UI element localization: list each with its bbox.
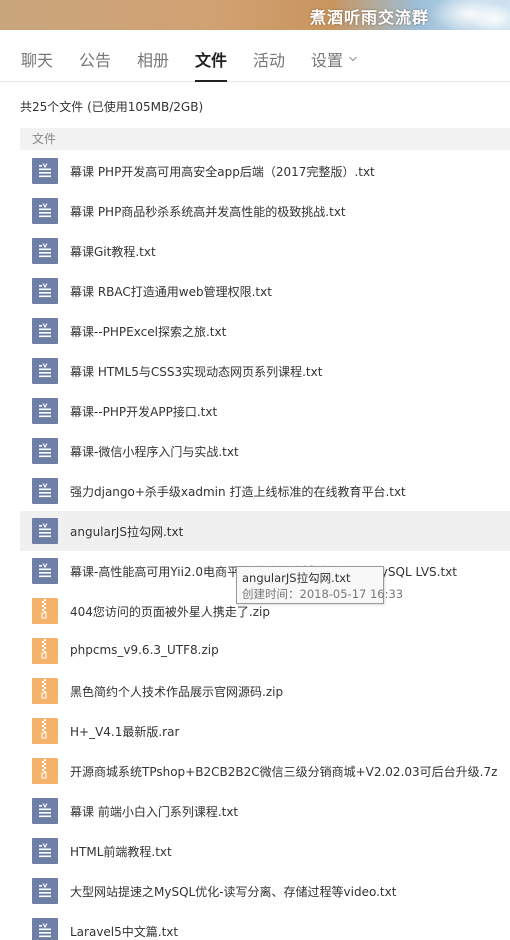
text-file-icon [32, 438, 58, 464]
file-name: Laravel5中文篇.txt [70, 925, 179, 939]
storage-summary: 共25个文件 (已使用105MB/2GB) [20, 100, 204, 114]
file-row[interactable]: HTML前端教程.txt [20, 831, 510, 871]
file-name: angularJS拉勾网.txt [70, 525, 184, 539]
file-name: HTML前端教程.txt [70, 845, 172, 859]
text-file-icon [32, 878, 58, 904]
file-name: 开源商城系统TPshop+B2CB2B2C微信三级分销商城+V2.02.03可后… [70, 765, 498, 779]
text-file-icon [32, 318, 58, 344]
file-name: 404您访问的页面被外星人携走了.zip [70, 605, 270, 619]
text-file-icon [32, 798, 58, 824]
file-row[interactable]: angularJS拉勾网.txt [20, 511, 510, 551]
tab-album[interactable]: 相册 [137, 50, 169, 82]
archive-file-icon [32, 638, 58, 664]
archive-file-icon [32, 758, 58, 784]
file-name: 幕课Git教程.txt [70, 245, 156, 259]
group-banner: 煮酒听雨交流群 [0, 0, 510, 30]
tab-bar: 聊天 公告 相册 文件 活动 设置 [0, 40, 510, 82]
text-file-icon [32, 158, 58, 184]
banner-cloud-decoration [470, 4, 510, 30]
file-name: 幕课 前端小白入门系列课程.txt [70, 805, 239, 819]
file-name: 大型网站提速之MySQL优化-读写分离、存储过程等video.txt [70, 885, 397, 899]
file-row[interactable]: 幕课 前端小白入门系列课程.txt [20, 791, 510, 831]
file-row[interactable]: 黑色简约个人技术作品展示官网源码.zip [20, 671, 510, 711]
file-row[interactable]: phpcms_v9.6.3_UTF8.zip [20, 631, 510, 671]
text-file-icon [32, 398, 58, 424]
file-row[interactable]: 强力django+杀手级xadmin 打造上线标准的在线教育平台.txt [20, 471, 510, 511]
file-row[interactable]: 幕课--PHPExcel探索之旅.txt [20, 311, 510, 351]
file-section-header: 文件 [20, 128, 510, 150]
text-file-icon [32, 918, 58, 940]
file-name: phpcms_v9.6.3_UTF8.zip [70, 643, 219, 657]
file-row[interactable]: 幕课 PHP开发高可用高安全app后端（2017完整版）.txt [20, 151, 510, 191]
file-row[interactable]: 幕课 PHP商品秒杀系统高并发高性能的极致挑战.txt [20, 191, 510, 231]
text-file-icon [32, 478, 58, 504]
archive-file-icon [32, 598, 58, 624]
tab-settings[interactable]: 设置 [311, 50, 357, 82]
text-file-icon [32, 238, 58, 264]
text-file-icon [32, 838, 58, 864]
file-row[interactable]: Laravel5中文篇.txt [20, 911, 510, 940]
chevron-down-icon [349, 56, 357, 62]
file-row[interactable]: 幕课-微信小程序入门与实战.txt [20, 431, 510, 471]
tab-settings-label: 设置 [311, 51, 344, 70]
file-row[interactable]: 幕课 HTML5与CSS3实现动态网页系列课程.txt [20, 351, 510, 391]
file-row[interactable]: 大型网站提速之MySQL优化-读写分离、存储过程等video.txt [20, 871, 510, 911]
archive-file-icon [32, 678, 58, 704]
group-name: 煮酒听雨交流群 [310, 8, 430, 27]
archive-file-icon [32, 718, 58, 744]
tab-activity[interactable]: 活动 [253, 50, 285, 82]
tab-announcement[interactable]: 公告 [79, 50, 111, 82]
file-name: 强力django+杀手级xadmin 打造上线标准的在线教育平台.txt [70, 485, 406, 499]
file-name: 幕课--PHPExcel探索之旅.txt [70, 325, 227, 339]
file-row[interactable]: 幕课 RBAC打造通用web管理权限.txt [20, 271, 510, 311]
text-file-icon [32, 198, 58, 224]
text-file-icon [32, 278, 58, 304]
text-file-icon [32, 518, 58, 544]
file-name: H+_V4.1最新版.rar [70, 725, 180, 739]
file-row[interactable]: 幕课Git教程.txt [20, 231, 510, 271]
file-name: 幕课-微信小程序入门与实战.txt [70, 445, 239, 459]
tooltip-created-time: 创建时间：2018-05-17 16:33 [242, 587, 404, 601]
tab-chat[interactable]: 聊天 [21, 50, 53, 82]
file-name: 幕课--PHP开发APP接口.txt [70, 405, 218, 419]
file-row[interactable]: H+_V4.1最新版.rar [20, 711, 510, 751]
tooltip-file-name: angularJS拉勾网.txt [242, 571, 351, 585]
file-name: 幕课 HTML5与CSS3实现动态网页系列课程.txt [70, 365, 323, 379]
file-name: 幕课 RBAC打造通用web管理权限.txt [70, 285, 272, 299]
file-list: 幕课 PHP开发高可用高安全app后端（2017完整版）.txt 幕课 PHP商品… [20, 151, 510, 940]
file-row[interactable]: 开源商城系统TPshop+B2CB2B2C微信三级分销商城+V2.02.03可后… [20, 751, 510, 791]
tab-files[interactable]: 文件 [195, 50, 228, 82]
text-file-icon [32, 558, 58, 584]
file-row[interactable]: 幕课--PHP开发APP接口.txt [20, 391, 510, 431]
file-tooltip: angularJS拉勾网.txt 创建时间：2018-05-17 16:33 [236, 566, 404, 604]
text-file-icon [32, 358, 58, 384]
file-name: 黑色简约个人技术作品展示官网源码.zip [70, 685, 284, 699]
file-name: 幕课 PHP开发高可用高安全app后端（2017完整版）.txt [70, 165, 375, 179]
file-name: 幕课 PHP商品秒杀系统高并发高性能的极致挑战.txt [70, 205, 346, 219]
